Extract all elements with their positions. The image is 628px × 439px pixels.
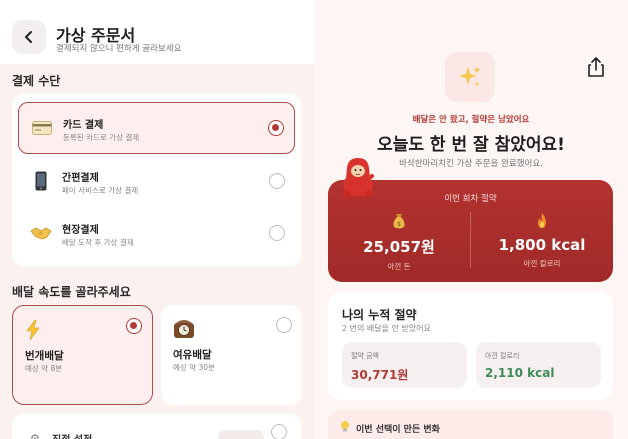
payment-option-name: 간편결제 [62, 173, 99, 184]
payment-option-name: 카드 결제 [63, 120, 104, 131]
payment-option-easy-pay[interactable]: 간편결제 페이 서비스로 가상 결제 [18, 156, 295, 208]
cumulative-money-box: 절약 금액 30,771원 [342, 342, 467, 388]
speed-option-relaxed[interactable]: 여유배달 예상 약 30분 [161, 305, 302, 405]
result-headline: 오늘도 한 번 잘 참았어요! [377, 135, 565, 155]
svg-text:$: $ [397, 221, 401, 228]
chevron-left-icon [25, 31, 32, 43]
payment-option-desc: 등록된 카드로 가상 결제 [63, 133, 140, 142]
lightning-icon [25, 319, 41, 345]
handshake-icon [30, 222, 52, 244]
radio-unselected[interactable] [269, 225, 285, 241]
sparkles-icon [445, 52, 495, 102]
cumulative-kcal-value: 2,110 kcal [485, 366, 555, 380]
speed-option-time: 예상 약 30분 [173, 363, 215, 372]
payment-method-list: 카드 결제 등록된 카드로 가상 결제 간편결제 페이 서비스로 가상 결제 현… [12, 94, 301, 266]
share-button[interactable] [586, 56, 606, 78]
clock-icon [173, 319, 195, 344]
fire-icon [471, 212, 613, 232]
order-form-pane: 가상 주문서 결제되지 않으니 편하게 골라보세요 결제 수단 카드 결제 등록… [0, 0, 314, 439]
cumulative-title: 나의 누적 절약 [342, 308, 417, 322]
cumulative-subtext: 2 번의 배달을 안 받았어요 [342, 324, 431, 333]
back-button[interactable] [12, 20, 46, 54]
radio-unselected[interactable] [271, 424, 287, 439]
radio-selected[interactable] [126, 318, 142, 334]
cumulative-money-label: 절약 금액 [351, 352, 379, 360]
cumulative-money-value: 30,771원 [351, 368, 409, 382]
gear-icon: ⚙ [30, 432, 40, 439]
payment-option-on-site[interactable]: 현장결제 배달 도착 후 가상 결제 [18, 208, 295, 260]
cumulative-kcal-box: 아낀 칼로리 2,110 kcal [476, 342, 601, 388]
speed-option-name: 번개배달 [25, 350, 64, 362]
lightbulb-icon [340, 420, 350, 436]
speed-option-time: 예상 약 8분 [25, 364, 63, 373]
payment-option-name: 현장결제 [62, 225, 99, 236]
money-saved-value: 25,057원 [363, 238, 435, 256]
cumulative-savings-card: 나의 누적 절약 2 번의 배달을 안 받았어요 절약 금액 30,771원 아… [328, 292, 613, 400]
mascot-character [338, 156, 378, 200]
payment-option-card[interactable]: 카드 결제 등록된 카드로 가상 결제 [18, 102, 295, 154]
speed-option-custom[interactable]: ⚙ 직접 설정 [12, 414, 301, 439]
kcal-saved-stat: 1,800 kcal 아낀 칼로리 [471, 212, 613, 269]
payment-section-title: 결제 수단 [12, 74, 61, 88]
payment-option-desc: 배달 도착 후 가상 결제 [62, 238, 134, 247]
speed-option-name: 여유배달 [173, 349, 212, 361]
custom-time-chip[interactable] [218, 430, 264, 439]
speed-option-name: 직접 설정 [52, 431, 92, 439]
result-note: 배달은 안 왔고, 절약은 남았어요 [412, 115, 530, 125]
radio-selected[interactable] [268, 120, 284, 136]
money-bag-icon: $ [328, 212, 470, 232]
kcal-saved-value: 1,800 kcal [498, 236, 586, 254]
header: 가상 주문서 결제되지 않으니 편하게 골라보세요 [0, 0, 314, 64]
speed-section-title: 배달 속도를 골라주세요 [12, 285, 131, 299]
credit-card-icon [31, 117, 53, 139]
result-pane: 배달은 안 왔고, 절약은 남았어요 오늘도 한 번 잘 참았어요! 바삭한마리… [314, 0, 628, 439]
mobile-phone-icon [30, 170, 52, 192]
payment-option-desc: 페이 서비스로 가상 결제 [62, 186, 139, 195]
kcal-saved-label: 아낀 칼로리 [523, 259, 561, 268]
radio-unselected[interactable] [269, 173, 285, 189]
money-saved-stat: $ 25,057원 아낀 돈 [328, 212, 470, 272]
money-saved-label: 아낀 돈 [387, 262, 411, 271]
page-subtitle: 결제되지 않으니 편하게 골라보세요 [56, 44, 182, 54]
radio-unselected[interactable] [276, 317, 292, 333]
cumulative-kcal-label: 아낀 칼로리 [485, 352, 520, 360]
share-icon [588, 57, 604, 77]
change-summary-card: 이번 선택이 만든 변화 [328, 410, 613, 439]
speed-option-lightning[interactable]: 번개배달 예상 약 8분 [12, 305, 153, 405]
change-summary-title: 이번 선택이 만든 변화 [356, 425, 440, 435]
